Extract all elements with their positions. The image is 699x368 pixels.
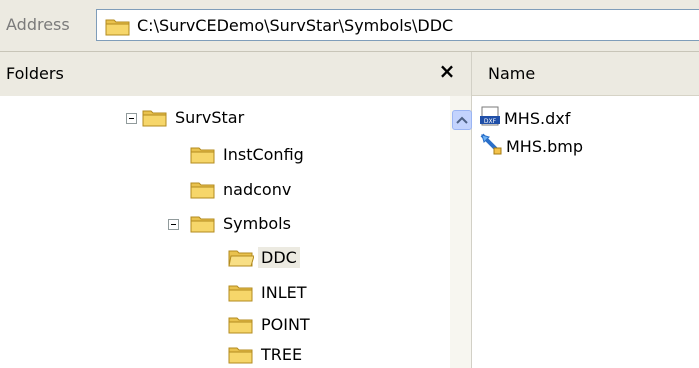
tree-item-label: INLET: [261, 283, 307, 302]
name-column-header[interactable]: Name: [472, 52, 699, 96]
open-folder-icon: [228, 247, 255, 271]
tree-item-survstar[interactable]: SurvStar: [0, 104, 440, 134]
address-path: C:\SurvCEDemo\SurvStar\Symbols\DDC: [137, 16, 454, 35]
tree-item-label: Symbols: [223, 214, 291, 233]
tree-item-label: TREE: [261, 345, 303, 364]
tree-item-label: POINT: [261, 315, 310, 334]
folder-icon: [190, 213, 216, 237]
tree-item-label: nadconv: [223, 180, 292, 199]
folder-icon: [228, 344, 254, 368]
name-column-label: Name: [488, 64, 536, 83]
scroll-up-button[interactable]: [452, 110, 472, 130]
file-name: MHS.bmp: [506, 136, 583, 156]
bmp-file-icon: [480, 133, 502, 159]
folder-icon: [228, 314, 254, 338]
address-label: Address: [6, 15, 70, 34]
tree-item-symbols[interactable]: Symbols: [0, 210, 440, 240]
collapse-icon[interactable]: [126, 113, 137, 124]
dxf-file-icon: DXF: [480, 106, 500, 130]
folder-icon: [190, 179, 216, 203]
file-name: MHS.dxf: [504, 108, 571, 128]
folder-icon: [105, 16, 131, 40]
tree-item-label: SurvStar: [175, 108, 245, 127]
file-list-pane: Name DXF MHS.dxf MHS.bmp: [472, 52, 699, 368]
close-folders-button[interactable]: ×: [434, 58, 460, 84]
tree-item-instconfig[interactable]: InstConfig: [0, 141, 440, 171]
tree-item-inlet[interactable]: INLET: [0, 279, 440, 309]
collapse-icon[interactable]: [168, 219, 179, 230]
svg-text:DXF: DXF: [484, 118, 497, 125]
address-bar: Address C:\SurvCEDemo\SurvStar\Symbols\D…: [0, 0, 699, 52]
tree-item-ddc[interactable]: DDC: [0, 244, 440, 274]
tree-item-tree[interactable]: TREE: [0, 341, 440, 368]
file-item-dxf[interactable]: DXF MHS.dxf: [480, 106, 570, 130]
folder-icon: [142, 107, 168, 131]
folders-header: Folders ×: [0, 52, 472, 96]
tree-item-nadconv[interactable]: nadconv: [0, 176, 440, 206]
folder-icon: [190, 144, 216, 168]
tree-item-label: DDC: [258, 247, 300, 268]
tree-item-point[interactable]: POINT: [0, 311, 440, 341]
tree-item-label: InstConfig: [223, 145, 304, 164]
folder-tree: SurvStar InstConfig nadconv Symbols DDC …: [0, 96, 472, 368]
chevron-up-icon: [456, 116, 468, 124]
address-input[interactable]: C:\SurvCEDemo\SurvStar\Symbols\DDC: [96, 9, 699, 41]
folder-icon: [228, 282, 254, 306]
file-item-bmp[interactable]: MHS.bmp: [480, 133, 583, 159]
folders-title: Folders: [6, 64, 64, 83]
tree-scrollbar[interactable]: [450, 96, 472, 368]
